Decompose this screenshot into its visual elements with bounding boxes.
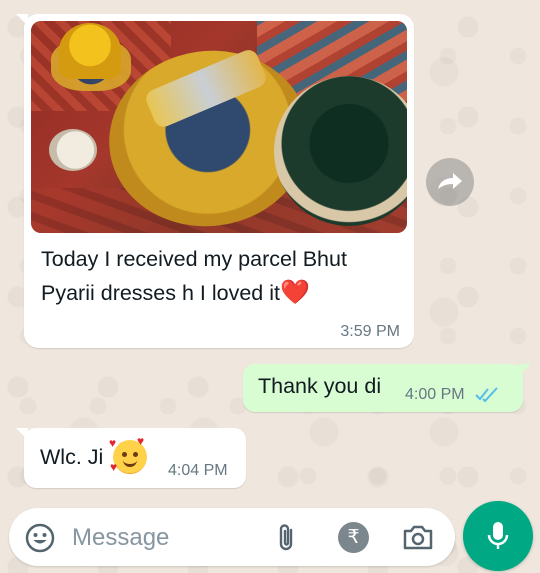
incoming-message[interactable]: Wlc. Ji ♥ ♥ ♥ 4:04 PM <box>16 428 246 488</box>
emoji-icon[interactable] <box>24 522 56 554</box>
photo-crown <box>59 23 121 79</box>
message-timestamp: 4:00 PM <box>405 386 465 403</box>
outgoing-message[interactable]: Thank you di 4:00 PM <box>243 364 531 412</box>
paperclip-icon[interactable] <box>275 522 299 554</box>
camera-icon[interactable] <box>402 522 434 552</box>
chat-area: Today I received my parcel Bhut Pyarii d… <box>0 0 540 573</box>
message-composer: Message ₹ <box>9 508 455 566</box>
message-photo[interactable] <box>31 21 407 233</box>
emoji-eye <box>133 452 138 457</box>
message-caption: Today I received my parcel Bhut Pyarii d… <box>31 233 407 310</box>
message-text: Wlc. Ji <box>40 445 104 469</box>
red-heart-emoji: ❤️ <box>280 279 310 306</box>
mic-icon <box>487 522 509 549</box>
smiling-face-with-hearts-icon: ♥ ♥ ♥ <box>109 434 147 474</box>
emoji-mouth <box>123 460 137 467</box>
double-check-icon <box>475 387 498 402</box>
message-timestamp: 3:59 PM <box>340 323 400 340</box>
emoji-eye <box>122 452 127 457</box>
caption-line-2: Pyarii dresses h I loved it❤️ <box>41 276 397 310</box>
caption-line-2-text: Pyarii dresses h I loved it <box>41 281 280 305</box>
message-timestamp: 4:04 PM <box>168 462 228 479</box>
caption-line-1: Today I received my parcel Bhut <box>41 247 347 271</box>
emoji-heart: ♥ <box>137 434 145 448</box>
message-text: Thank you di <box>258 374 382 398</box>
payment-rupee-icon[interactable]: ₹ <box>338 522 369 553</box>
emoji-heart: ♥ <box>110 460 118 474</box>
incoming-media-message[interactable]: Today I received my parcel Bhut Pyarii d… <box>16 14 414 348</box>
emoji-heart: ♥ <box>109 436 117 450</box>
message-input[interactable]: Message <box>72 524 169 552</box>
voice-message-button[interactable] <box>463 501 533 571</box>
forward-button[interactable] <box>426 158 474 206</box>
forward-icon <box>438 173 462 189</box>
photo-idol <box>49 129 97 171</box>
